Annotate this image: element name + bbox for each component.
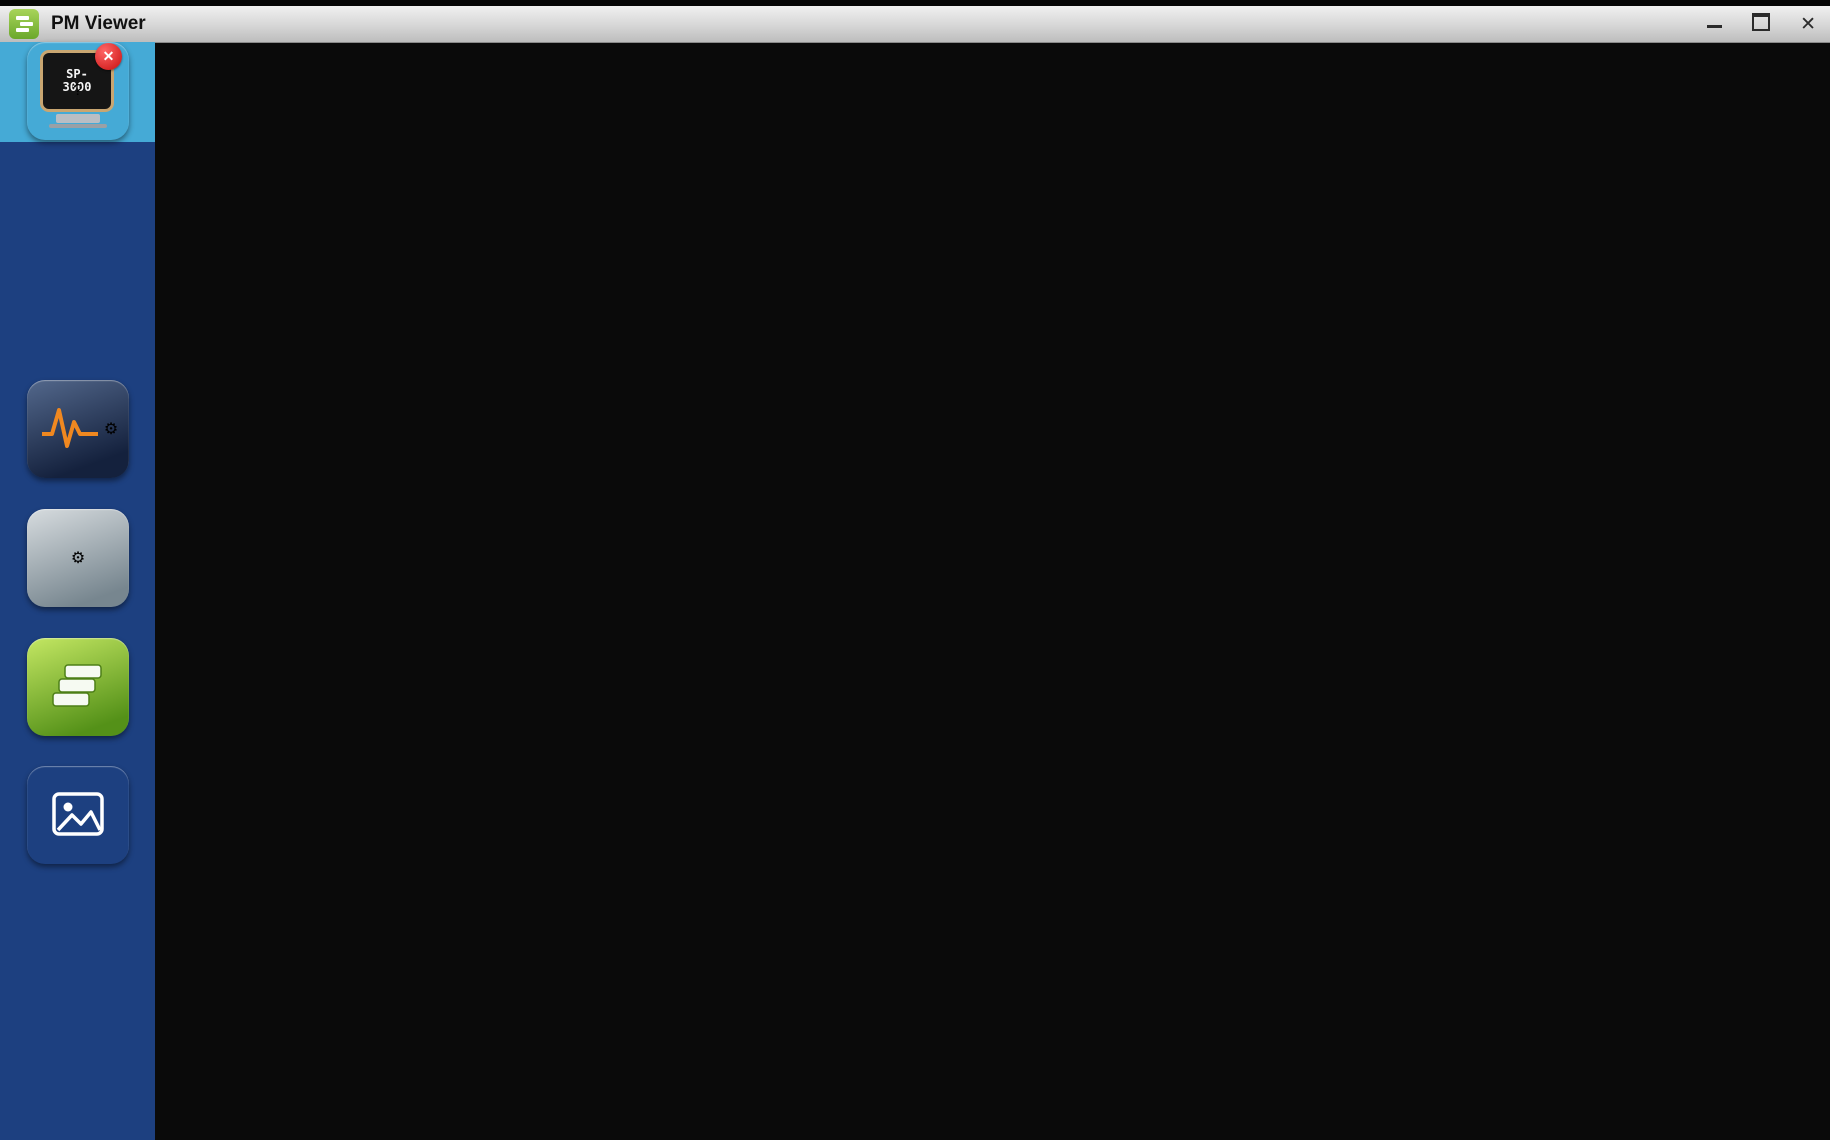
- store-group-title: Store: [0, 1114, 1830, 1132]
- divider: [0, 915, 1830, 949]
- waveform-icon: [38, 398, 104, 460]
- maximize-button[interactable]: [1752, 13, 1770, 35]
- channel-i3-button[interactable]: I3: [0, 126, 1830, 144]
- divider: [0, 1132, 1830, 1140]
- freq-filter-label: Freq Filter: [0, 358, 1830, 376]
- top-control-bar: Peak Over U1 U2 U3 I1 I2 I3 Mode RMS Sca…: [0, 0, 1830, 802]
- question-mark-icon: ?: [74, 82, 83, 99]
- minimize-button[interactable]: [1707, 15, 1722, 34]
- gear-icon: ⚙: [71, 548, 85, 568]
- max-hold-label: Max Hold: [0, 376, 1830, 394]
- mode-value: RMS: [0, 224, 1830, 242]
- range-section-title: Range: [0, 748, 1830, 766]
- divider: [0, 512, 1830, 576]
- divider: [0, 144, 1830, 206]
- sidebar-item-monitor[interactable]: ⚙: [27, 380, 129, 478]
- mode-label: Mode: [0, 206, 1830, 224]
- gear-mini-icon: ⚙: [104, 419, 118, 439]
- scaling-label: Scaling: [0, 304, 1830, 322]
- sidebar-item-settings[interactable]: ⚙: [27, 509, 129, 607]
- channel-i2-button[interactable]: I2: [0, 108, 1830, 126]
- divider: [0, 242, 1830, 304]
- sidebar-item-screenshot[interactable]: [27, 766, 129, 864]
- divider: [0, 630, 1830, 694]
- close-button[interactable]: ✕: [1800, 15, 1816, 34]
- sidebar-item-help[interactable]: ?: [27, 42, 129, 140]
- app-logo-icon: [9, 9, 39, 39]
- update-section-title: Update: [0, 694, 1830, 712]
- window-title: PM Viewer: [51, 13, 146, 35]
- integ-setting-button[interactable]: ⚙: [0, 1059, 1830, 1096]
- integ-group-title: Integ: [0, 897, 1830, 915]
- help-bubble-icon: ?: [74, 82, 83, 100]
- sidebar: SP- 3000 ✕ ⚙ ⚙: [0, 42, 155, 1140]
- integ-section-title: Integ: [0, 458, 1830, 476]
- integ-reset-button[interactable]: ✕: [0, 1004, 1830, 1041]
- single-button[interactable]: [0, 840, 1830, 879]
- image-icon: [47, 786, 109, 844]
- store-section-title: Store: [0, 576, 1830, 594]
- window-controls: ✕: [1707, 13, 1816, 35]
- pm-viewer-window: PM Viewer ✕ SP- 3000 ✕ ⚙: [0, 0, 1830, 1140]
- avg-label: AVG: [0, 322, 1830, 340]
- titlebar: PM Viewer ✕: [0, 6, 1830, 43]
- integ-start-button[interactable]: ↻: [0, 949, 1830, 986]
- channel-i1-button[interactable]: I1: [0, 90, 1830, 108]
- line-filter-label: Line Filter: [0, 340, 1830, 358]
- channel-u2-button[interactable]: U2: [0, 54, 1830, 72]
- channel-u3-button[interactable]: U3: [0, 72, 1830, 90]
- divider: [0, 394, 1830, 458]
- sidebar-item-pages[interactable]: [27, 638, 129, 736]
- action-toolbar: ▶ Hold Single Integ ↻ Start ✕ Res: [0, 802, 1830, 1140]
- layers-icon: [47, 657, 109, 717]
